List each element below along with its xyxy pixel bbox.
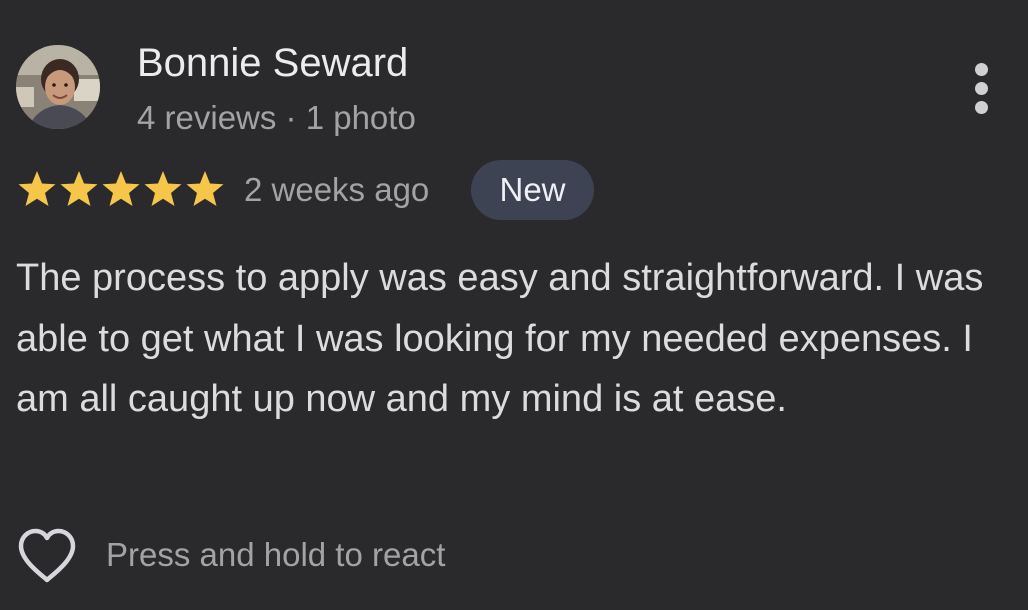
star-rating [16, 168, 226, 208]
more-vert-icon-dot [975, 63, 988, 76]
avatar-photo [16, 45, 100, 129]
star-icon [102, 171, 140, 206]
star-icon [60, 171, 98, 206]
more-vert-icon-dot [975, 101, 988, 114]
review-text: The process to apply was easy and straig… [16, 257, 984, 420]
reviewer-avatar[interactable] [16, 45, 100, 129]
star-icon [144, 171, 182, 206]
reviewer-meta[interactable]: 4 reviews · 1 photo [137, 98, 416, 138]
heart-outline-icon [18, 528, 76, 583]
more-options-button[interactable] [964, 60, 1000, 116]
star-icon [18, 171, 56, 206]
more-vert-icon-dot [975, 82, 988, 95]
review-time: 2 weeks ago [244, 171, 430, 208]
react-label: Press and hold to react [106, 536, 446, 573]
reviewer-name[interactable]: Bonnie Seward [137, 40, 408, 86]
star-icon [186, 171, 224, 206]
new-badge: New [471, 160, 594, 220]
review-card: Bonnie Seward 4 reviews · 1 photo 2 week… [0, 0, 1028, 610]
